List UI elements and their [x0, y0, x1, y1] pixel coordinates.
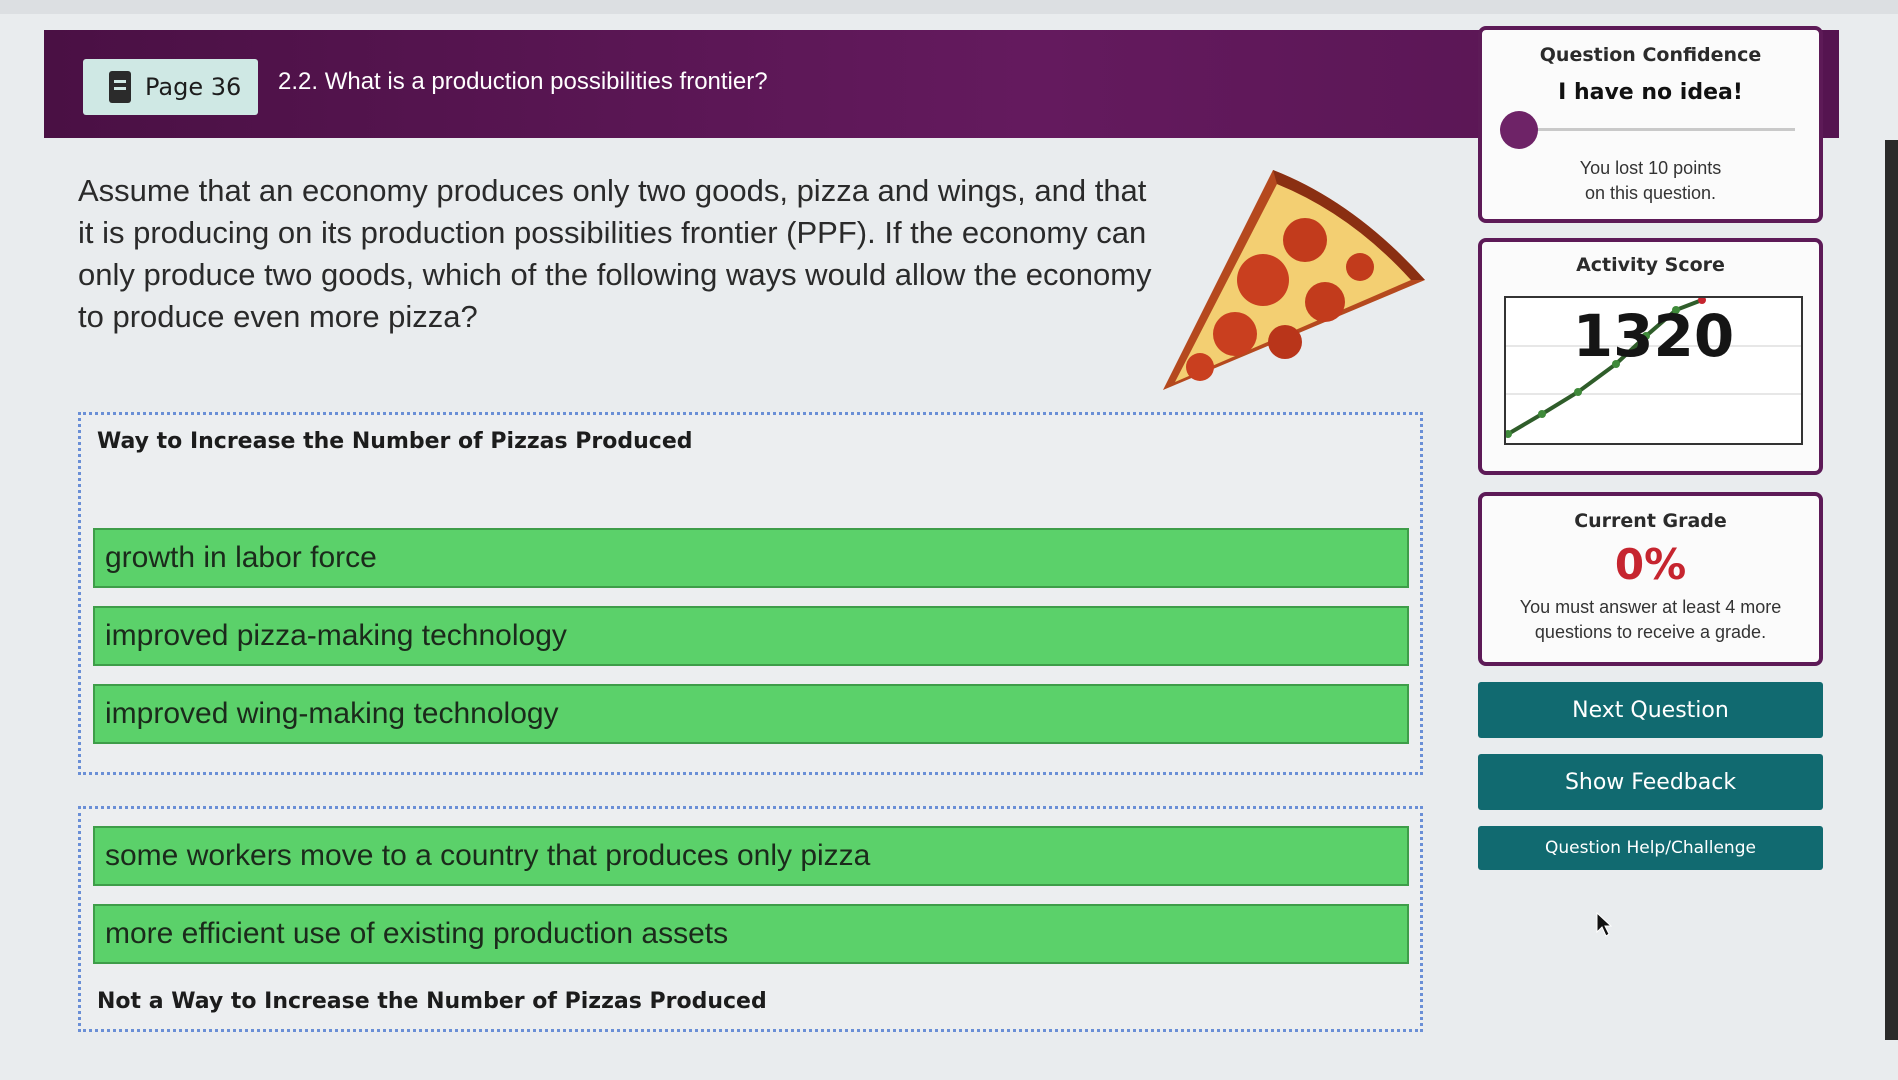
activity-score-panel: Activity Score 1320	[1478, 238, 1823, 475]
grade-note: You must answer at least 4 more question…	[1482, 595, 1819, 645]
confidence-note: You lost 10 points on this question.	[1482, 156, 1819, 206]
grade-value: 0%	[1614, 540, 1687, 589]
page-badge[interactable]: Page 36	[83, 59, 258, 115]
activity-score-title: Activity Score	[1576, 254, 1725, 276]
dropzone-not-increase[interactable]: some workers move to a country that prod…	[78, 806, 1423, 1032]
drag-item[interactable]: improved pizza-making technology	[93, 606, 1409, 666]
mouse-cursor-icon	[1596, 912, 1612, 937]
drag-item[interactable]: more efficient use of existing productio…	[93, 904, 1409, 964]
activity-score-value: 1320	[1572, 302, 1735, 370]
scrollbar[interactable]	[1885, 140, 1898, 1040]
drag-item[interactable]: some workers move to a country that prod…	[93, 826, 1409, 886]
dropzone-increase-title: Way to Increase the Number of Pizzas Pro…	[97, 429, 693, 454]
question-confidence-panel: Question Confidence I have no idea! You …	[1478, 26, 1823, 223]
grade-note-line1: You must answer at least 4 more	[1519, 597, 1782, 617]
dropzone-not-increase-title: Not a Way to Increase the Number of Pizz…	[97, 989, 767, 1014]
confidence-note-line2: on this question.	[1584, 183, 1717, 203]
pizza-image	[1163, 170, 1425, 390]
confidence-slider-handle[interactable]	[1500, 111, 1538, 149]
grade-title: Current Grade	[1574, 510, 1727, 532]
drag-item[interactable]: growth in labor force	[93, 528, 1409, 588]
confidence-value: I have no idea!	[1558, 80, 1743, 105]
question-prompt: Assume that an economy produces only two…	[78, 173, 1152, 334]
confidence-slider-track[interactable]	[1510, 128, 1795, 131]
drag-item[interactable]: improved wing-making technology	[93, 684, 1409, 744]
confidence-title: Question Confidence	[1539, 44, 1762, 66]
next-question-button[interactable]: Next Question	[1478, 682, 1823, 738]
dropzone-increase[interactable]: Way to Increase the Number of Pizzas Pro…	[78, 412, 1423, 775]
activity-score-graph: 1320	[1504, 296, 1803, 445]
confidence-note-line1: You lost 10 points	[1579, 158, 1722, 178]
grade-note-line2: questions to receive a grade.	[1534, 622, 1767, 642]
question-help-button[interactable]: Question Help/Challenge	[1478, 826, 1823, 870]
browser-top-strip	[0, 0, 1898, 14]
book-icon	[109, 71, 131, 103]
page-label: Page 36	[145, 73, 242, 101]
current-grade-panel: Current Grade 0% You must answer at leas…	[1478, 492, 1823, 666]
show-feedback-button[interactable]: Show Feedback	[1478, 754, 1823, 810]
section-title: 2.2. What is a production possibilities …	[278, 68, 768, 95]
